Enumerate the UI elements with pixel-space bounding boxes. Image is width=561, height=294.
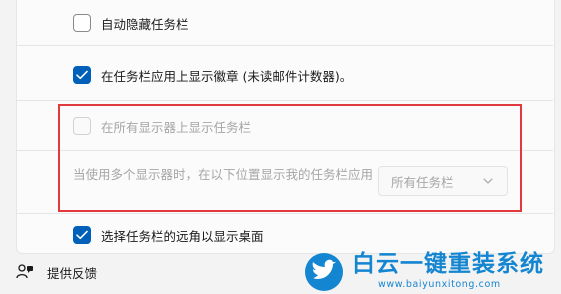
watermark-url: www.baiyunxitong.com (378, 279, 501, 290)
highlight-box (58, 104, 522, 212)
auto-hide-checkbox[interactable] (73, 14, 91, 32)
checkmark-icon (76, 230, 88, 240)
show-desktop-corner-checkbox[interactable] (73, 226, 91, 244)
divider (16, 45, 553, 46)
show-desktop-corner-label: 选择任务栏的远角以显示桌面 (101, 228, 264, 244)
watermark: 白云一键重装系统 www.baiyunxitong.com (304, 250, 561, 294)
divider (16, 100, 553, 101)
auto-hide-label: 自动隐藏任务栏 (101, 16, 189, 32)
feedback-link[interactable]: 提供反馈 (16, 262, 97, 282)
show-badges-checkbox[interactable] (73, 66, 91, 84)
show-badges-option[interactable]: 在任务栏应用上显示徽章 (未读邮件计数器)。 (73, 64, 352, 86)
bird-logo-icon (305, 253, 343, 291)
checkmark-icon (76, 70, 88, 80)
feedback-label: 提供反馈 (47, 265, 98, 281)
feedback-person-icon (16, 264, 33, 279)
divider (16, 213, 553, 214)
auto-hide-taskbar-option[interactable]: 自动隐藏任务栏 (73, 12, 189, 34)
watermark-brand: 白云一键重装系统 (352, 251, 544, 277)
show-badges-label: 在任务栏应用上显示徽章 (未读邮件计数器)。 (101, 68, 353, 84)
show-desktop-corner-option[interactable]: 选择任务栏的远角以显示桌面 (73, 224, 264, 246)
